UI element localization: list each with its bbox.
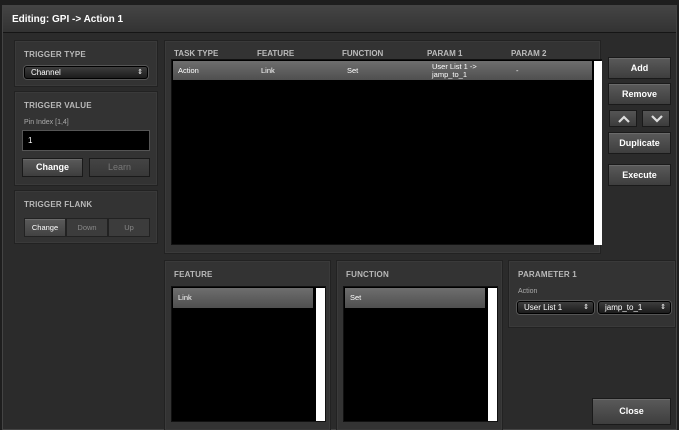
- feature-list-scrollbar[interactable]: [316, 288, 325, 421]
- move-down-button[interactable]: [642, 110, 670, 127]
- flank-option-up[interactable]: Up: [108, 218, 150, 237]
- add-button[interactable]: Add: [608, 57, 671, 79]
- function-item-label: Set: [350, 293, 362, 302]
- feature-item-label: Link: [178, 293, 192, 302]
- col-function: FUNCTION: [342, 49, 384, 58]
- feature-heading: FEATURE: [174, 270, 213, 279]
- action-target-value: jamp_to_1: [605, 303, 643, 312]
- task-list[interactable]: Action Link Set User List 1 -> jamp_to_1…: [171, 59, 602, 245]
- cell-param2: -: [516, 66, 519, 75]
- table-row[interactable]: Action Link Set User List 1 -> jamp_to_1…: [173, 61, 592, 80]
- function-panel: FUNCTION Set: [336, 260, 503, 430]
- cell-function: Set: [347, 66, 359, 75]
- task-list-scrollbar[interactable]: [594, 61, 602, 245]
- flank-option-down[interactable]: Down: [66, 218, 108, 237]
- flank-option-change[interactable]: Change: [24, 218, 66, 237]
- window-title: Editing: GPI -> Action 1: [12, 14, 124, 25]
- function-list-scrollbar[interactable]: [488, 288, 497, 421]
- parameter-panel: PARAMETER 1 Action User List 1 ⇕ jamp_to…: [508, 260, 676, 328]
- editor-window: Editing: GPI -> Action 1 TRIGGER TYPE Ch…: [2, 5, 677, 430]
- col-param2: PARAM 2: [511, 49, 547, 58]
- updown-arrows-icon: ⇕: [660, 304, 666, 311]
- pin-index-input[interactable]: 1: [22, 130, 150, 151]
- cell-task-type: Action: [178, 66, 199, 75]
- trigger-flank-panel: TRIGGER FLANK Change Down Up: [14, 190, 158, 244]
- list-item[interactable]: Set: [345, 288, 485, 308]
- trigger-type-heading: TRIGGER TYPE: [24, 50, 86, 59]
- trigger-flank-heading: TRIGGER FLANK: [24, 200, 93, 209]
- change-button[interactable]: Change: [22, 158, 83, 177]
- parameter-action-label: Action: [518, 288, 538, 295]
- function-heading: FUNCTION: [346, 270, 389, 279]
- execute-button[interactable]: Execute: [608, 164, 671, 186]
- col-feature: FEATURE: [257, 49, 295, 58]
- col-param1: PARAM 1: [427, 49, 463, 58]
- title-bar: Editing: GPI -> Action 1: [3, 6, 676, 33]
- remove-button[interactable]: Remove: [608, 83, 671, 105]
- duplicate-button[interactable]: Duplicate: [608, 132, 671, 154]
- col-task-type: TASK TYPE: [174, 49, 219, 58]
- updown-arrows-icon: ⇕: [583, 304, 589, 311]
- action-target-select[interactable]: jamp_to_1 ⇕: [598, 301, 671, 314]
- cell-feature: Link: [261, 66, 275, 75]
- list-item[interactable]: Link: [173, 288, 313, 308]
- move-up-button[interactable]: [609, 110, 637, 127]
- pin-index-label: Pin Index [1,4]: [24, 119, 69, 126]
- trigger-type-panel: TRIGGER TYPE Channel ⇕: [14, 40, 158, 87]
- chevron-up-icon: [618, 115, 630, 123]
- learn-button[interactable]: Learn: [89, 158, 150, 177]
- chevron-down-icon: [651, 115, 663, 123]
- task-table-panel: TASK TYPE FEATURE FUNCTION PARAM 1 PARAM…: [164, 40, 602, 254]
- trigger-value-heading: TRIGGER VALUE: [24, 101, 92, 110]
- function-list[interactable]: Set: [343, 286, 498, 422]
- user-list-value: User List 1: [524, 303, 563, 312]
- trigger-type-value: Channel: [31, 68, 61, 77]
- updown-arrows-icon: ⇕: [137, 69, 143, 76]
- user-list-select[interactable]: User List 1 ⇕: [517, 301, 594, 314]
- close-button[interactable]: Close: [592, 398, 671, 425]
- cell-param1: User List 1 -> jamp_to_1: [432, 62, 477, 79]
- trigger-type-select[interactable]: Channel ⇕: [24, 66, 148, 79]
- trigger-value-panel: TRIGGER VALUE Pin Index [1,4] 1 Change L…: [14, 91, 158, 186]
- feature-list[interactable]: Link: [171, 286, 326, 422]
- parameter-heading: PARAMETER 1: [518, 270, 577, 279]
- feature-panel: FEATURE Link: [164, 260, 331, 430]
